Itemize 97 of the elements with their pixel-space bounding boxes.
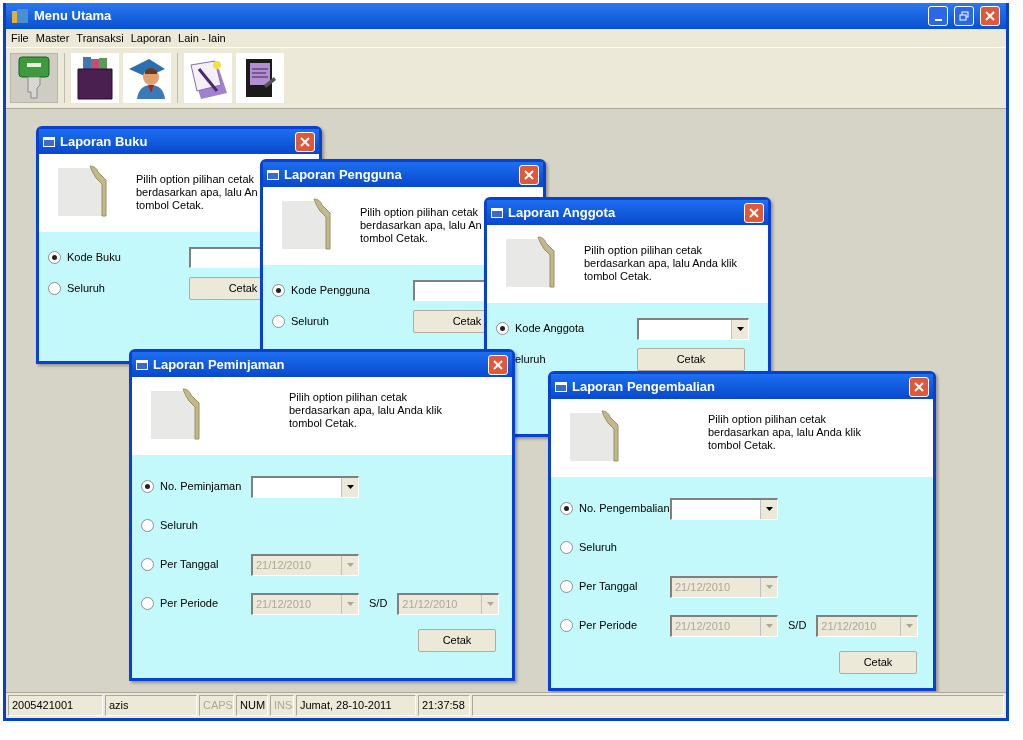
radio-button[interactable] — [141, 519, 154, 532]
radio-button[interactable] — [496, 322, 509, 335]
close-button[interactable] — [295, 131, 315, 152]
range-label: S/D — [369, 596, 388, 612]
option-label: Per Periode — [160, 596, 219, 612]
book-icon[interactable] — [236, 53, 284, 103]
dropdown-arrow-icon — [346, 563, 354, 567]
box-icon[interactable] — [71, 53, 119, 103]
document-icon — [504, 233, 556, 289]
dropdown-arrow-icon — [905, 624, 913, 628]
radio-button[interactable] — [141, 480, 154, 493]
window-icon — [555, 381, 567, 392]
dialog-title: Laporan Buku — [60, 132, 148, 151]
close-button[interactable] — [909, 376, 929, 397]
dialog-title: Laporan Anggota — [508, 203, 616, 222]
restore-icon — [959, 11, 969, 21]
dropdown-arrow-icon — [486, 602, 494, 606]
radio-button[interactable] — [48, 251, 61, 264]
window-title: Menu Utama — [34, 7, 112, 26]
status-panel: 2005421001 — [8, 695, 103, 716]
dialog-title: Laporan Pengguna — [284, 165, 402, 184]
instruction-text: Pilih option pilihan cetak berdasarkan apa, lalu An tombol Cetak. — [360, 206, 482, 245]
option-label: Seluruh — [160, 518, 198, 534]
minimize-button[interactable] — [928, 6, 948, 26]
menu-item[interactable]: Lain - lain — [175, 29, 229, 47]
dropdown-arrow-icon — [346, 485, 354, 489]
dropdown-arrow-icon — [765, 507, 773, 511]
person-icon[interactable] — [123, 53, 171, 103]
menu-item[interactable]: File — [8, 29, 32, 47]
window-icon — [267, 169, 279, 180]
status-panel: azis — [105, 695, 197, 716]
dropdown-arrow-icon — [736, 327, 744, 331]
radio-button[interactable] — [272, 284, 285, 297]
radio-button[interactable] — [560, 619, 573, 632]
option-label: eluruh — [515, 352, 546, 368]
minimize-icon — [934, 19, 942, 21]
menu-item[interactable]: Transaksi — [73, 29, 127, 47]
app-icon — [12, 9, 28, 23]
close-icon — [914, 381, 924, 392]
radio-button[interactable] — [560, 502, 573, 515]
option-label: No. Pengembalian — [579, 501, 670, 517]
key-icon[interactable] — [10, 53, 58, 103]
option-label: Seluruh — [67, 281, 105, 297]
radio-button[interactable] — [141, 597, 154, 610]
print-button[interactable]: Cetak — [839, 651, 917, 674]
document-icon — [56, 162, 108, 218]
document-icon[interactable] — [184, 53, 232, 103]
instruction-text: Pilih option pilihan cetak berdasarkan apa, lalu Anda klik tombol Cetak. — [584, 244, 737, 283]
status-panel: NUM — [236, 695, 268, 716]
dropdown-field[interactable] — [251, 475, 359, 498]
close-button[interactable] — [744, 202, 764, 223]
close-button[interactable] — [980, 6, 1000, 26]
window-icon — [491, 207, 503, 218]
dropdown-arrow-icon — [765, 624, 773, 628]
close-icon — [493, 359, 503, 370]
option-label: Seluruh — [291, 314, 329, 330]
dropdown-field[interactable] — [637, 317, 749, 340]
restore-button[interactable] — [954, 6, 974, 26]
radio-button[interactable] — [560, 580, 573, 593]
radio-button[interactable] — [272, 315, 285, 328]
menu-item[interactable]: Master — [32, 29, 73, 47]
print-button[interactable]: Cetak — [637, 348, 745, 371]
option-label: Per Periode — [579, 618, 638, 634]
option-label: Kode Buku — [67, 250, 121, 266]
radio-button[interactable] — [48, 282, 61, 295]
option-label: Seluruh — [579, 540, 617, 556]
status-panel: CAPS — [199, 695, 234, 716]
close-button[interactable] — [519, 164, 539, 185]
close-icon — [300, 136, 310, 147]
menu-item[interactable]: Laporan — [127, 29, 174, 47]
instruction-text: Pilih option pilihan cetak berdasarkan apa, lalu An tombol Cetak. — [136, 173, 258, 212]
option-label: Per Tanggal — [160, 557, 219, 573]
window-icon — [136, 359, 148, 370]
document-icon — [280, 195, 332, 251]
status-panel: INS — [270, 695, 294, 716]
close-icon — [985, 11, 995, 21]
instruction-text: Pilih option pilihan cetak berdasarkan apa, lalu Anda klik tombol Cetak. — [289, 391, 442, 430]
document-icon — [568, 407, 620, 463]
dropdown-field[interactable] — [670, 497, 778, 520]
print-button[interactable]: Cetak — [418, 629, 496, 652]
radio-button[interactable] — [141, 558, 154, 571]
dialog-title: Laporan Peminjaman — [153, 355, 285, 374]
radio-button[interactable] — [560, 541, 573, 554]
option-label: Per Tanggal — [579, 579, 638, 595]
dropdown-arrow-icon — [765, 585, 773, 589]
close-icon — [524, 169, 534, 180]
status-panel: 21:37:58 — [418, 695, 470, 716]
close-button[interactable] — [488, 354, 508, 375]
instruction-text: Pilih option pilihan cetak berdasarkan apa, lalu Anda klik tombol Cetak. — [708, 413, 861, 452]
option-label: No. Peminjaman — [160, 479, 242, 495]
range-label: S/D — [788, 618, 807, 634]
document-icon — [149, 385, 201, 441]
status-panel: Jumat, 28-10-2011 — [296, 695, 416, 716]
window-icon — [43, 136, 55, 147]
close-icon — [749, 207, 759, 218]
dropdown-arrow-icon — [346, 602, 354, 606]
dialog-title: Laporan Pengembalian — [572, 377, 716, 396]
